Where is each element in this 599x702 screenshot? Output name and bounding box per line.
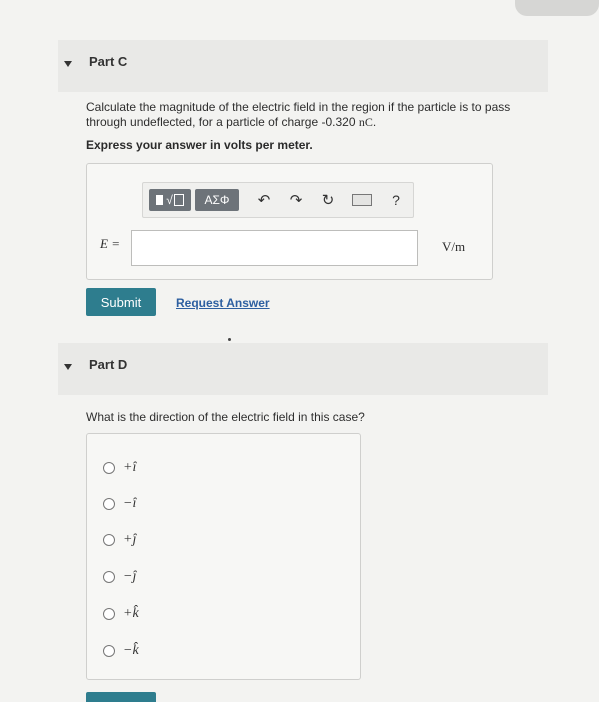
part-d-submit-button-partial[interactable] bbox=[86, 692, 156, 702]
templates-button[interactable]: √ bbox=[149, 189, 191, 211]
mouse-dot bbox=[228, 338, 231, 341]
instruction-text: Express your answer in volts per meter. bbox=[86, 138, 313, 152]
radio-button[interactable] bbox=[103, 498, 115, 510]
top-edge-bar bbox=[515, 0, 599, 16]
help-button[interactable]: ? bbox=[385, 189, 407, 211]
charge-unit: nC bbox=[358, 115, 373, 129]
choice-minus-k[interactable]: −k̂ bbox=[103, 641, 139, 661]
part-c-title: Part C bbox=[89, 54, 128, 69]
answer-input[interactable] bbox=[131, 230, 418, 266]
choices-box: +î −î +ĵ −ĵ +k̂ −k̂ bbox=[86, 433, 361, 680]
undo-icon[interactable]: ↶ bbox=[253, 189, 275, 211]
redo-icon[interactable]: ↷ bbox=[285, 189, 307, 211]
part-c-header[interactable]: Part C bbox=[58, 40, 548, 92]
variable-label: E = bbox=[100, 236, 120, 251]
request-answer-link[interactable]: Request Answer bbox=[176, 296, 270, 310]
radio-button[interactable] bbox=[103, 462, 115, 474]
part-c-question: Calculate the magnitude of the electric … bbox=[86, 100, 556, 130]
keyboard-icon[interactable] bbox=[351, 189, 373, 211]
template-box-icon bbox=[156, 195, 164, 205]
math-toolbar: √ ΑΣΦ ↶ ↷ ↻ ? bbox=[142, 182, 414, 218]
radio-button[interactable] bbox=[103, 571, 115, 583]
choice-minus-i[interactable]: −î bbox=[103, 494, 136, 514]
radio-button[interactable] bbox=[103, 534, 115, 546]
submit-button[interactable]: Submit bbox=[86, 288, 156, 316]
part-d-question: What is the direction of the electric fi… bbox=[86, 410, 365, 424]
unit-label: V/m bbox=[442, 239, 466, 254]
choice-plus-k[interactable]: +k̂ bbox=[103, 604, 139, 624]
greek-symbols-button[interactable]: ΑΣΦ bbox=[195, 189, 239, 211]
choice-plus-j[interactable]: +ĵ bbox=[103, 530, 136, 550]
choice-minus-j[interactable]: −ĵ bbox=[103, 567, 136, 587]
radio-button[interactable] bbox=[103, 645, 115, 657]
sqrt-icon: √ bbox=[166, 193, 173, 207]
template-box-outline-icon bbox=[173, 194, 184, 206]
part-d-header[interactable]: Part D bbox=[58, 343, 548, 395]
reset-icon[interactable]: ↻ bbox=[317, 189, 339, 211]
choice-plus-i[interactable]: +î bbox=[103, 458, 136, 478]
answer-box: √ ΑΣΦ ↶ ↷ ↻ ? E = V/m bbox=[86, 163, 493, 280]
part-d-title: Part D bbox=[89, 357, 128, 372]
question-line-2: through undeflected, for a particle of c… bbox=[86, 115, 377, 129]
collapse-caret-icon[interactable] bbox=[64, 364, 72, 370]
collapse-caret-icon[interactable] bbox=[64, 61, 72, 67]
question-line-1: Calculate the magnitude of the electric … bbox=[86, 100, 511, 114]
radio-button[interactable] bbox=[103, 608, 115, 620]
